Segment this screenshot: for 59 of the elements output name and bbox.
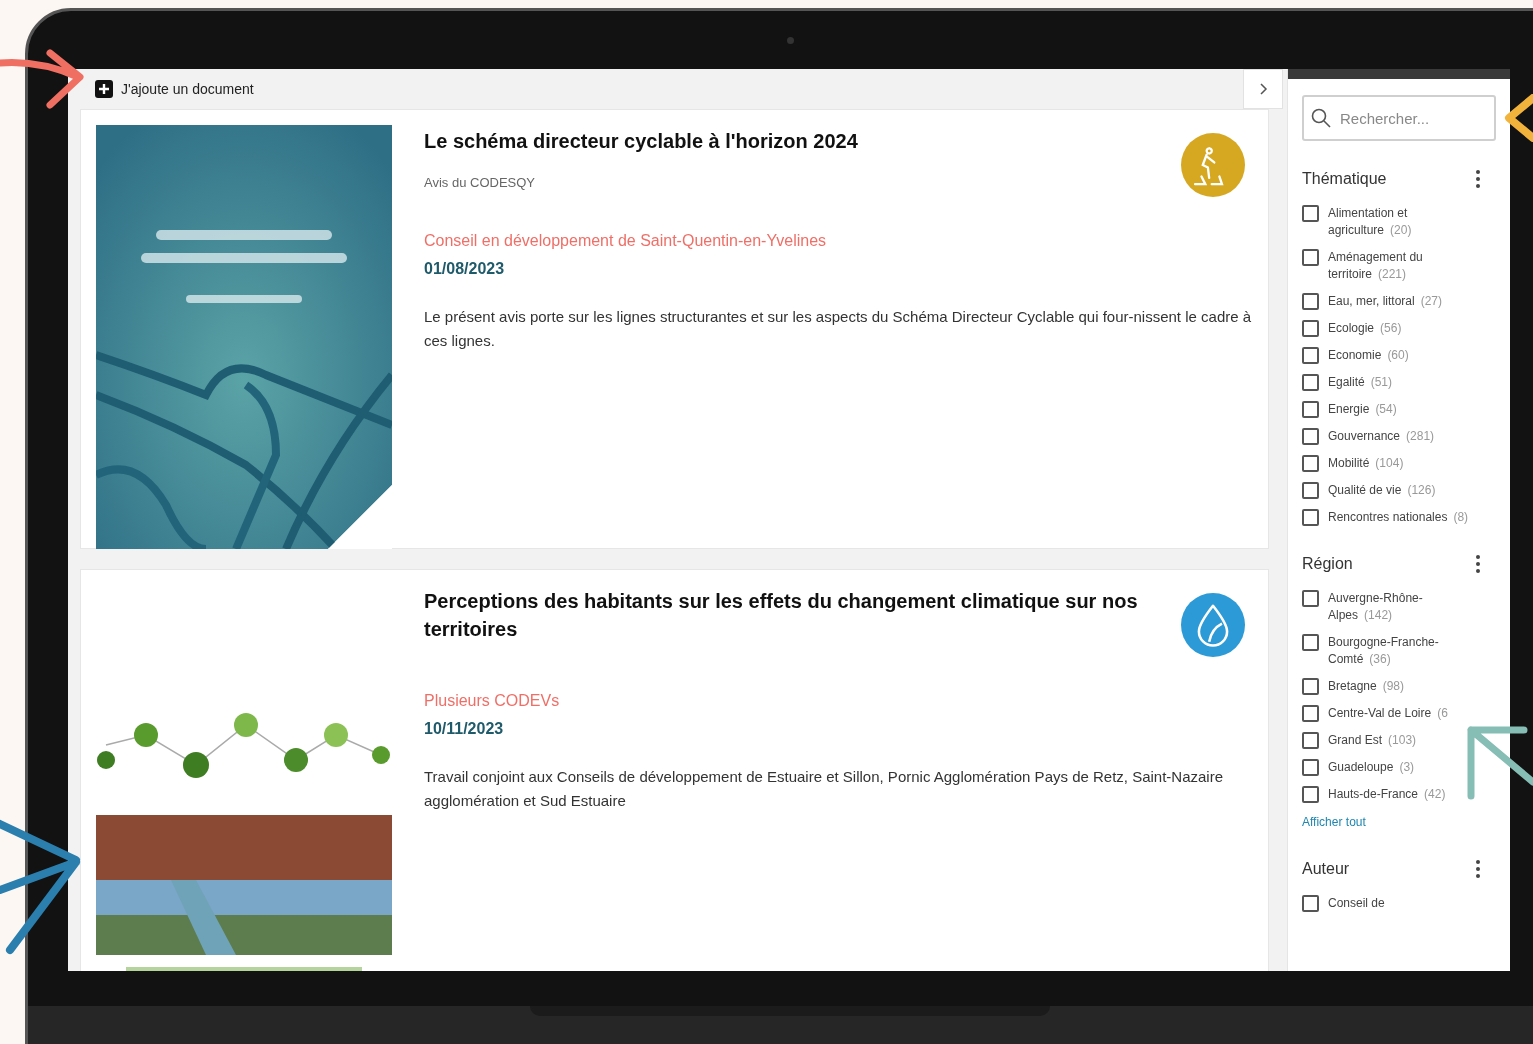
filter-label[interactable]: Conseil de [1328, 895, 1385, 912]
filter-label[interactable]: Alimentation et agriculture (20) [1328, 205, 1486, 239]
filter-label[interactable]: Economie (60) [1328, 347, 1409, 364]
more-options-icon[interactable] [1474, 170, 1482, 188]
checkbox[interactable] [1302, 374, 1319, 391]
checkbox[interactable] [1302, 786, 1319, 803]
filter-label[interactable]: Bretagne (98) [1328, 678, 1405, 695]
search-field[interactable]: Rechercher... [1302, 95, 1496, 141]
filter-label[interactable]: Grand Est (103) [1328, 732, 1417, 749]
filter-label[interactable]: Eau, mer, littoral (27) [1328, 293, 1443, 310]
filter-label[interactable]: Auvergne-Rhône-Alpes (142) [1328, 590, 1486, 624]
document-subtitle: Avis du CODESQY [424, 174, 537, 192]
checkbox[interactable] [1302, 205, 1319, 222]
checkbox[interactable] [1302, 590, 1319, 607]
add-document-link[interactable]: J'ajoute un document [121, 78, 254, 100]
document-date: 10/11/2023 [424, 719, 505, 739]
filter-label[interactable]: Aménagement du territoire (221) [1328, 249, 1486, 283]
more-options-icon[interactable] [1474, 860, 1482, 878]
checkbox[interactable] [1302, 249, 1319, 266]
filter-label[interactable]: Ecologie (56) [1328, 320, 1402, 337]
filter-label[interactable]: Egalité (51) [1328, 374, 1393, 391]
filter-label[interactable]: Hauts-de-France (42) [1328, 786, 1446, 803]
chevron-right-icon [1258, 83, 1268, 95]
checkbox[interactable] [1302, 428, 1319, 445]
checkbox[interactable] [1302, 455, 1319, 472]
more-options-icon[interactable] [1474, 555, 1482, 573]
facet-title: Région [1302, 554, 1353, 574]
checkbox[interactable] [1302, 347, 1319, 364]
facet-title: Auteur [1302, 859, 1350, 879]
checkbox[interactable] [1302, 759, 1319, 776]
facet-title: Thématique [1302, 169, 1387, 189]
filter-label[interactable]: Guadeloupe (3) [1328, 759, 1415, 776]
filter-label[interactable]: Gouvernance (281) [1328, 428, 1435, 445]
camera-icon [786, 36, 794, 44]
checkbox[interactable] [1302, 401, 1319, 418]
checkbox[interactable] [1302, 320, 1319, 337]
filter-label[interactable]: Qualité de vie (126) [1328, 482, 1436, 499]
checkbox[interactable] [1302, 678, 1319, 695]
show-all-link[interactable]: Afficher tout [1302, 813, 1496, 831]
filter-label[interactable]: Mobilité (104) [1328, 455, 1404, 472]
document-title[interactable]: Le schéma directeur cyclable à l'horizon 2024 [424, 127, 858, 155]
filter-label[interactable]: Energie (54) [1328, 401, 1397, 418]
checkbox[interactable] [1302, 293, 1319, 310]
document-summary: Le présent avis porte sur les lignes structurantes et sur les aspects du Schéma Directeur Cyclable qui four-nissent le cadre à ces lignes. [424, 307, 1253, 351]
filter-label[interactable]: Centre-Val de Loire (6 [1328, 705, 1448, 722]
arrow-drawing [1503, 94, 1533, 142]
checkbox[interactable] [1302, 705, 1319, 722]
search-icon [1311, 108, 1331, 128]
checkbox[interactable] [1302, 509, 1319, 526]
checkbox[interactable] [1302, 732, 1319, 749]
checkbox[interactable] [1302, 634, 1319, 651]
document-title[interactable]: Perceptions des habitants sur les effets du changement climatique sur nos territoires [424, 587, 1144, 643]
add-icon[interactable] [95, 80, 113, 98]
filter-label[interactable]: Bourgogne-Franche-Comté (36) [1328, 634, 1486, 668]
document-date: 01/08/2023 [424, 259, 506, 279]
checkbox[interactable] [1302, 895, 1319, 912]
document-summary: Travail conjoint aux Conseils de développement de Estuaire et Sillon, Pornic Agglomération Pays de Retz, Saint-Nazaire agglomération et Sud Estuaire [424, 767, 1225, 811]
filter-label[interactable]: Rencontres nationales (8) [1328, 509, 1469, 526]
checkbox[interactable] [1302, 482, 1319, 499]
